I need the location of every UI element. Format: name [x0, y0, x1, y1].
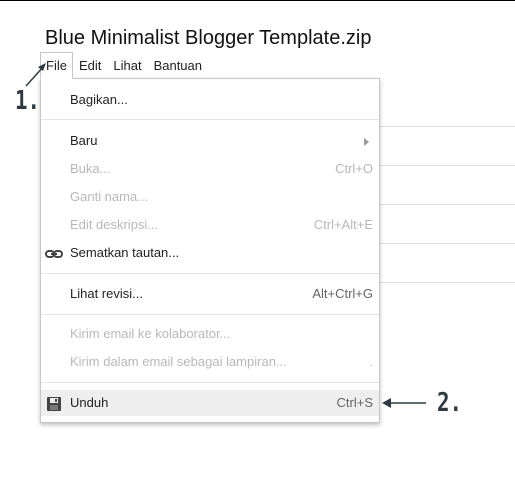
- menubar: File Edit Lihat Bantuan: [40, 52, 208, 79]
- menu-separator: [41, 382, 379, 383]
- background-line: [380, 165, 515, 166]
- menu-item-share[interactable]: Bagikan...: [41, 87, 379, 113]
- menu-item-label: Edit deskripsi...: [70, 217, 159, 232]
- menu-item-email-collaborators: Kirim email ke kolaborator...: [41, 321, 379, 347]
- top-border: [0, 0, 515, 1]
- menu-item-rename: Ganti nama...: [41, 184, 379, 210]
- menu-file[interactable]: File: [40, 52, 73, 79]
- menu-separator: [41, 119, 379, 120]
- annotation-arrow-2: [382, 398, 426, 408]
- menu-item-label: Kirim dalam email sebagai lampiran...: [70, 354, 287, 369]
- menu-item-label: Ganti nama...: [70, 189, 149, 204]
- background-line: [380, 243, 515, 244]
- menu-item-download[interactable]: Unduh Ctrl+S: [41, 390, 379, 416]
- menu-item-label: Sematkan tautan...: [70, 245, 180, 260]
- menu-item-new[interactable]: Baru: [41, 128, 379, 154]
- menu-separator: [41, 314, 379, 315]
- menu-item-edit-description: Edit deskripsi... Ctrl+Alt+E: [41, 212, 379, 238]
- menu-item-shortcut: Ctrl+O: [335, 161, 373, 176]
- menu-item-shortcut: Ctrl+Alt+E: [313, 217, 373, 232]
- document-title: Blue Minimalist Blogger Template.zip: [45, 27, 372, 49]
- file-menu-dropdown: Bagikan... Baru Buka... Ctrl+O Ganti nam…: [40, 78, 380, 423]
- menu-item-revisions[interactable]: Lihat revisi... Alt+Ctrl+G: [41, 281, 379, 307]
- background-line: [380, 204, 515, 205]
- menu-view[interactable]: Lihat: [107, 52, 147, 79]
- link-icon: [45, 245, 63, 261]
- menu-item-label: Baru: [70, 133, 98, 148]
- menu-item-open: Buka... Ctrl+O: [41, 156, 379, 182]
- background-line: [380, 126, 515, 127]
- annotation-step-2: 2.: [437, 388, 463, 418]
- menu-item-label: Bagikan...: [70, 92, 128, 107]
- menu-separator: [41, 273, 379, 274]
- menu-item-label: Kirim email ke kolaborator...: [70, 326, 231, 341]
- submenu-arrow-icon: [364, 138, 369, 146]
- background-line: [380, 282, 515, 283]
- save-icon: [45, 395, 63, 411]
- menu-item-label: Buka...: [70, 161, 111, 176]
- menu-edit[interactable]: Edit: [73, 52, 107, 79]
- annotation-step-1: 1.: [15, 86, 41, 116]
- menu-item-label: Lihat revisi...: [70, 286, 143, 301]
- menu-help[interactable]: Bantuan: [148, 52, 208, 79]
- menu-item-shortcut: Ctrl+S: [336, 395, 373, 410]
- menu-item-email-attachment: Kirim dalam email sebagai lampiran... .: [41, 349, 379, 375]
- menu-item-shortcut: Alt+Ctrl+G: [312, 286, 373, 301]
- menu-item-shortcut: .: [369, 354, 373, 369]
- menu-item-embed-link[interactable]: Sematkan tautan...: [41, 240, 379, 266]
- menu-item-label: Unduh: [70, 395, 109, 410]
